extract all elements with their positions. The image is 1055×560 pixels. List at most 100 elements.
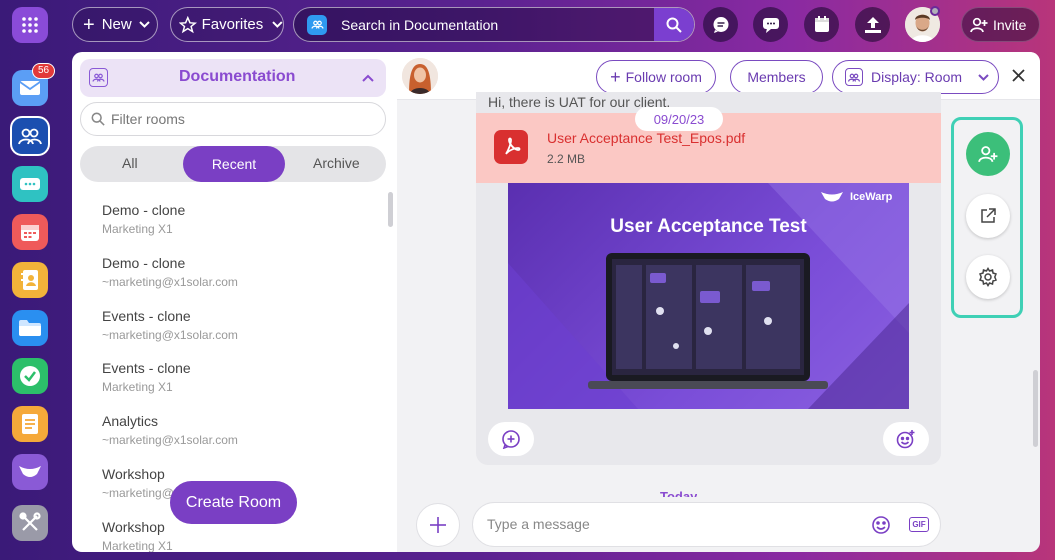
add-user-icon [970,17,988,32]
notes-app-button[interactable] [12,406,48,442]
open-external-button[interactable] [966,194,1010,238]
filter-rooms-input[interactable]: Filter rooms [111,111,185,127]
list-item[interactable]: Demo - clone ~marketing@x1solar.com [102,255,238,289]
members-button[interactable]: Members [730,60,823,94]
tools-icon [19,512,41,531]
upload-icon [864,16,881,33]
tasks-app-button[interactable] [12,358,48,394]
grid-icon [22,17,38,33]
list-item[interactable]: Workshop Marketing X1 [102,519,173,552]
tab-recent[interactable]: Recent [183,146,285,182]
rooms-tabs: All Recent Archive [80,146,386,182]
room-owner: ~marketing@x1solar.com [102,275,238,289]
display-mode-select[interactable]: Display: Room [832,60,999,94]
rooms-panel-header[interactable]: Documentation [80,59,386,97]
chat-scrollbar[interactable] [1033,370,1038,447]
contact-book-icon [21,270,38,290]
laptop-illustration [588,253,828,389]
room-settings-button[interactable] [966,255,1010,299]
app-launcher-button[interactable] [12,7,48,43]
contacts-app-button[interactable] [12,262,48,298]
check-circle-icon [20,366,40,386]
upload-button[interactable] [855,7,890,42]
chevron-down-icon [138,21,150,28]
message-icon [762,17,779,33]
add-reaction-button[interactable] [488,422,534,456]
calendar-icon [814,16,829,32]
room-avatar[interactable] [402,58,438,94]
list-item[interactable]: Events - clone ~marketing@x1solar.com [102,308,238,342]
preview-brand: IceWarp [850,191,893,203]
room-name: Demo - clone [102,255,186,271]
room-name: Analytics [102,413,159,429]
room-name: Demo - clone [102,202,186,218]
rooms-panel-title: Documentation [179,68,296,85]
invite-button[interactable]: Invite [961,7,1040,42]
calendar-icon [21,225,39,241]
room-group-icon [845,68,863,86]
create-room-button[interactable]: Create Room [170,481,297,524]
close-icon[interactable] [1012,69,1025,82]
filter-rooms-field[interactable]: Filter rooms [80,102,386,136]
attachment-name[interactable]: User Acceptance Test_Epos.pdf [547,130,745,146]
teamchat-app-button[interactable] [12,118,48,154]
list-item[interactable]: Analytics ~marketing@x1solar.com [102,413,238,447]
follow-room-label: Follow room [625,69,702,85]
search-submit-button[interactable] [654,8,694,41]
message-input[interactable]: Type a message [487,516,590,532]
conversations-button[interactable] [753,7,788,42]
calendar-app-button[interactable] [12,214,48,250]
attachment-preview-image[interactable]: IceWarp User Acceptance Test [508,183,909,409]
plus-icon: + [83,13,95,36]
documentation-room-icon [307,14,327,35]
search-input[interactable]: Search in Documentation [341,17,498,33]
room-name: Workshop [102,466,165,482]
new-button[interactable]: + New [72,7,158,42]
add-member-button[interactable] [966,132,1010,176]
tools-app-button[interactable] [12,505,48,541]
attach-button[interactable] [416,503,460,547]
list-item[interactable]: Events - clone Marketing X1 [102,360,191,394]
display-mode-label: Display: Room [871,69,963,85]
emoji-reaction-button[interactable] [883,422,929,456]
room-name: Workshop [102,519,165,535]
mail-unread-badge: 56 [32,63,56,79]
icewarp-app-button[interactable] [12,454,48,490]
pdf-file-icon [494,130,528,164]
search-icon [666,17,682,33]
message-composer[interactable]: Type a message GIF [472,502,941,547]
list-item[interactable]: Demo - clone Marketing X1 [102,202,185,236]
search-bar[interactable]: Search in Documentation [293,7,695,42]
room-avatar-photo-icon [402,58,438,94]
attachment-size: 2.2 MB [547,152,586,166]
search-icon [91,112,105,126]
add-comment-icon [502,430,520,449]
mail-icon [19,81,41,95]
notes-icon [22,414,38,434]
follow-room-button[interactable]: + Follow room [596,60,716,94]
plus-icon: + [610,67,621,87]
meetings-app-button[interactable] [12,166,48,202]
calendar-button[interactable] [804,7,839,42]
icewarp-logo-icon [820,191,844,203]
tab-all[interactable]: All [122,155,138,171]
favorites-button[interactable]: Favorites [170,7,284,42]
favorites-label: Favorites [201,16,264,33]
new-label: New [101,16,132,33]
room-group-icon [89,68,108,87]
room-name: Events - clone [102,360,191,376]
tab-archive[interactable]: Archive [313,155,360,171]
plus-icon [430,517,446,533]
files-app-button[interactable] [12,310,48,346]
room-owner: Marketing X1 [102,539,173,552]
gif-button[interactable]: GIF [909,517,929,532]
room-list-scrollbar[interactable] [388,192,393,227]
chat-bubble-icon [713,16,728,33]
preview-title: User Acceptance Test [610,216,807,237]
room-name: Events - clone [102,308,191,324]
emoji-icon[interactable] [871,515,891,535]
chevron-up-icon[interactable] [362,74,374,82]
chevron-down-icon [272,21,283,28]
room-owner: Marketing X1 [102,222,173,236]
chat-button[interactable] [703,7,738,42]
